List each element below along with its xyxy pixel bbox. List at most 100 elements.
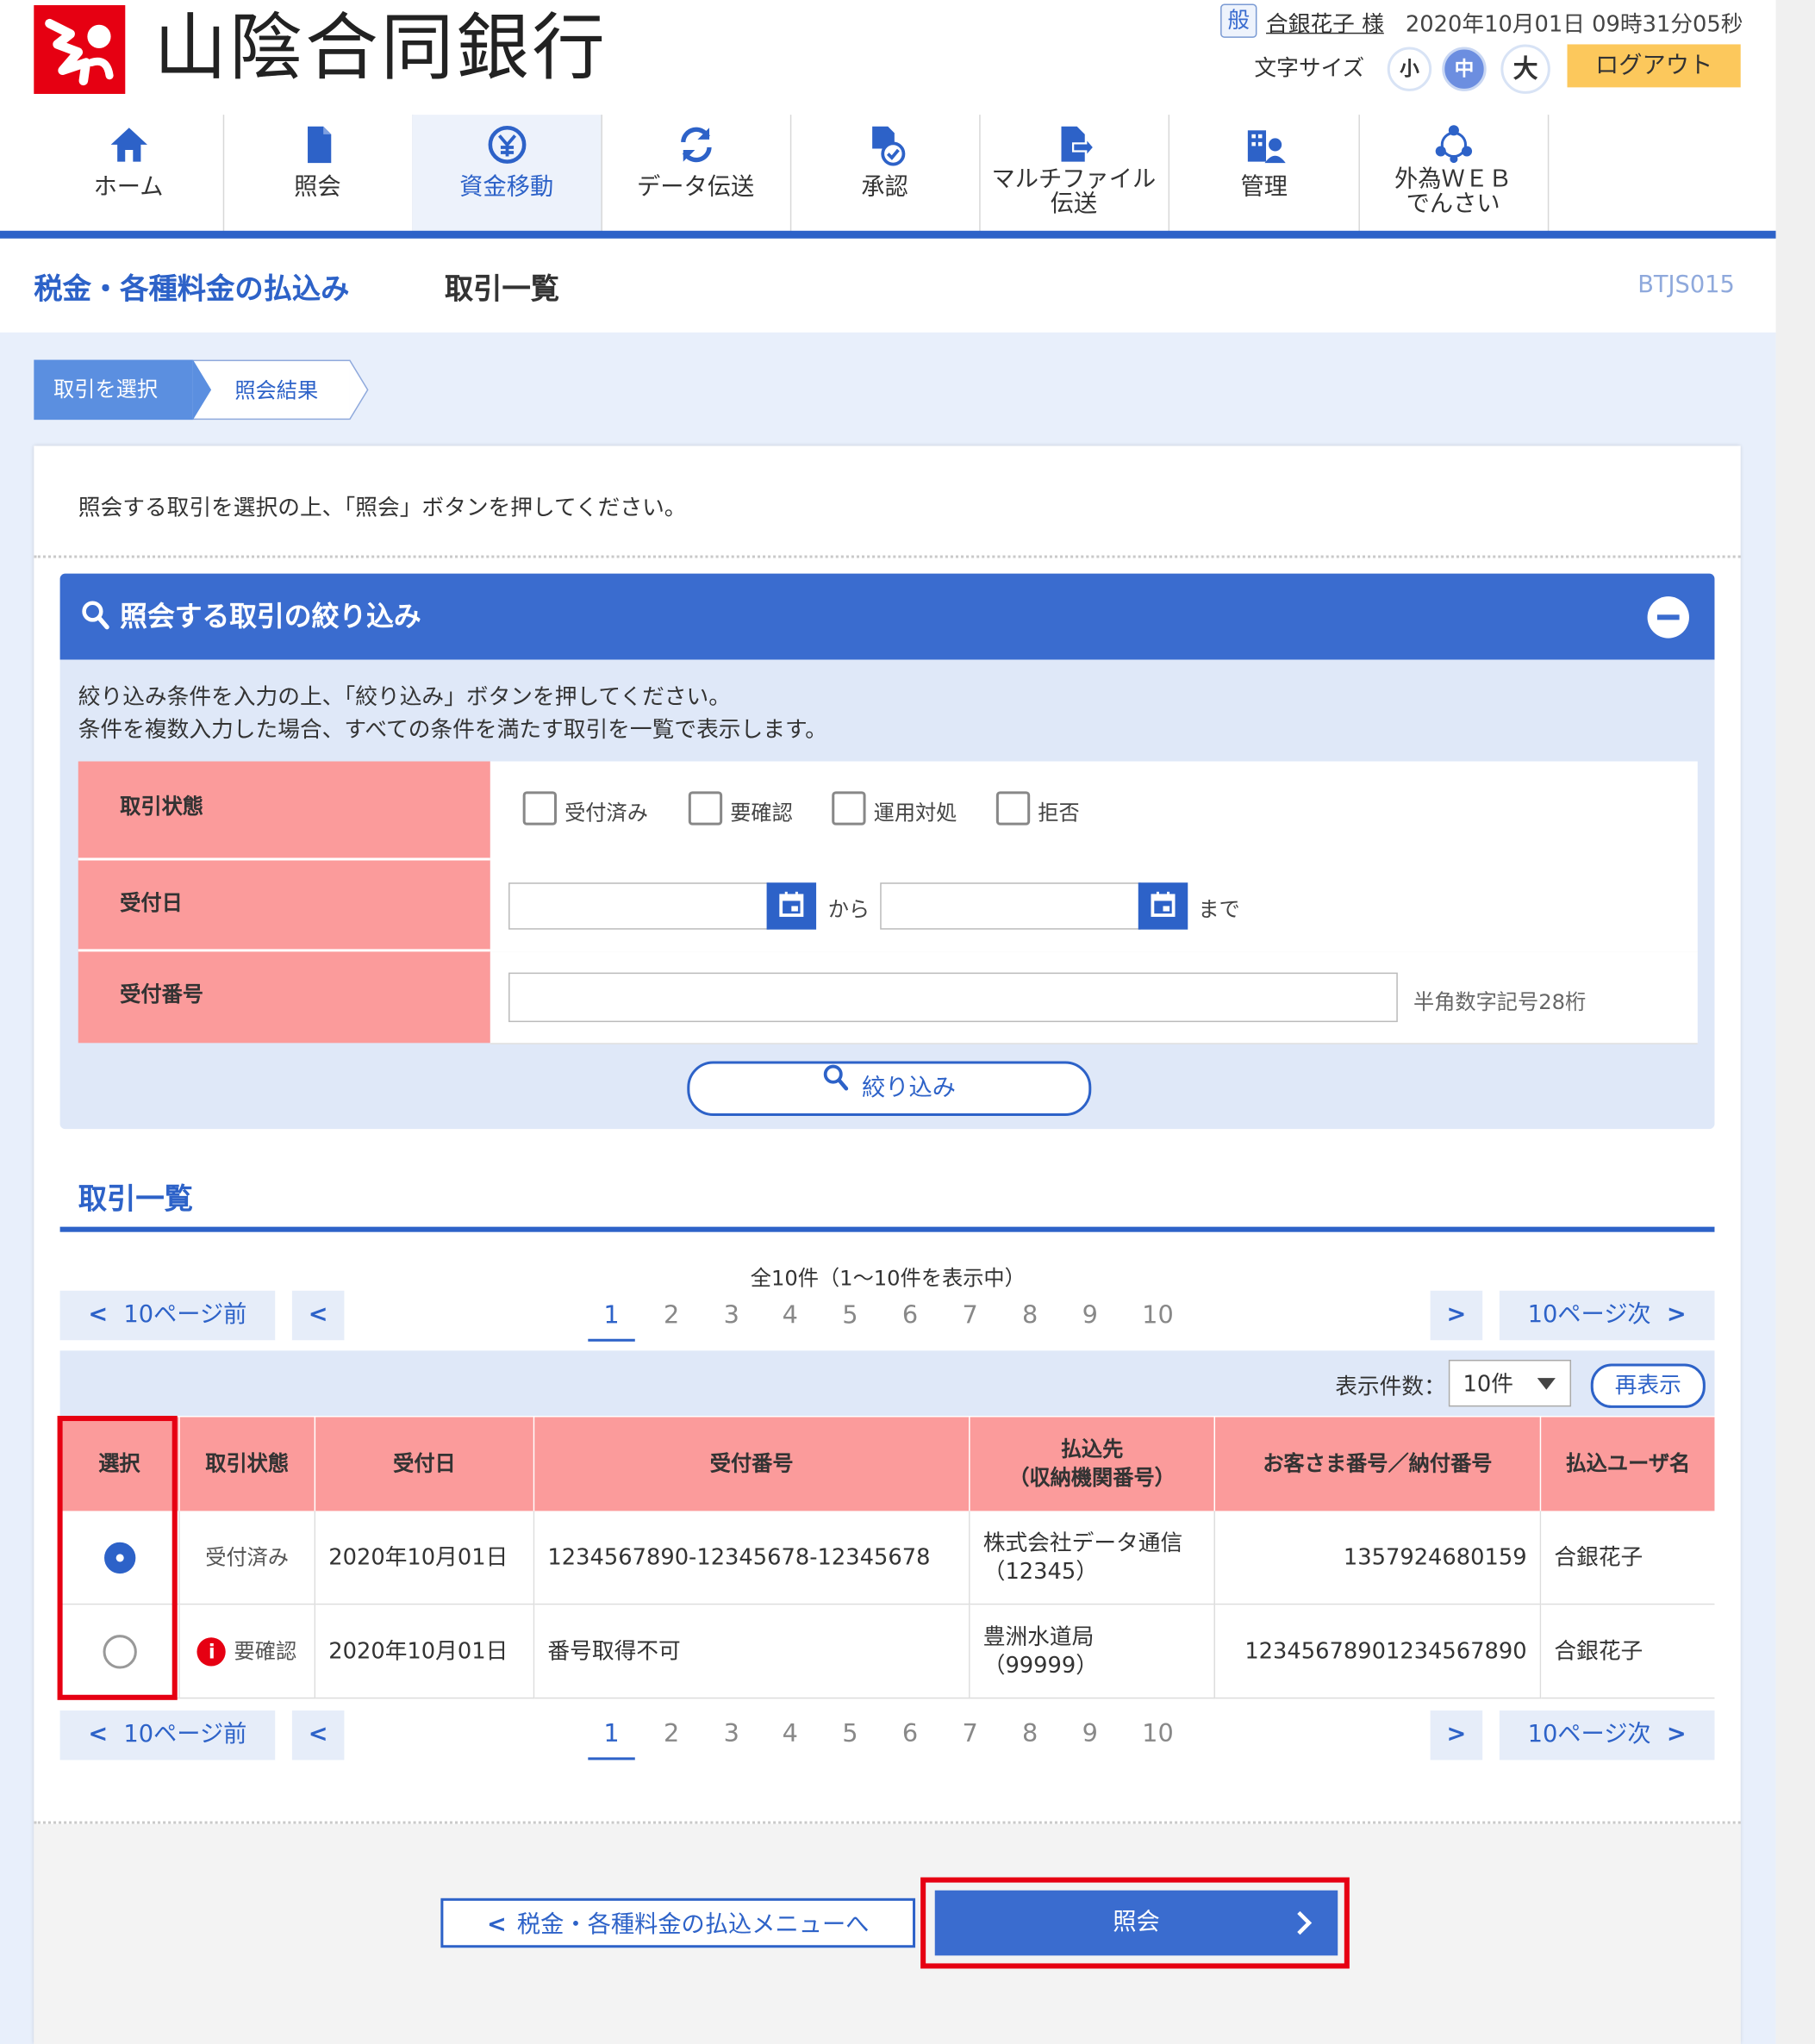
warning-icon: i <box>197 1636 227 1666</box>
number-hint: 半角数字記号28桁 <box>1413 989 1587 1015</box>
next-10-pages-button[interactable]: 10ページ次 > <box>1499 1710 1715 1760</box>
sync-icon <box>601 122 789 166</box>
page-link[interactable]: 8 <box>1007 1292 1053 1338</box>
date-to-suffix: まで <box>1198 896 1240 922</box>
home-icon <box>34 122 222 166</box>
nav-data-transmission[interactable]: データ伝送 <box>601 115 792 233</box>
prev-10-pages-button[interactable]: <10ページ前 <box>59 1290 276 1341</box>
next-10-label: 10ページ次 <box>1527 1300 1651 1329</box>
page-link[interactable]: 2 <box>648 1292 695 1338</box>
page-link[interactable]: 5 <box>826 1711 873 1757</box>
filter-button[interactable]: 絞り込み <box>687 1061 1092 1117</box>
page-link[interactable]: 8 <box>1007 1711 1053 1757</box>
date-to-input[interactable] <box>880 882 1141 930</box>
table-cell-number: 1234567890-12345678-12345678 <box>534 1511 970 1605</box>
chevron-down-icon <box>1536 1361 1556 1424</box>
logout-button[interactable]: ログアウト <box>1567 44 1741 88</box>
page-link[interactable]: 6 <box>887 1292 933 1338</box>
page-link[interactable]: 3 <box>708 1292 755 1338</box>
page-link[interactable]: 1 <box>588 1292 635 1342</box>
prev-10-label: 10ページ前 <box>123 1300 247 1329</box>
select-column-highlight <box>57 1416 178 1700</box>
page-link[interactable]: 1 <box>588 1711 635 1760</box>
chevron-left-icon: < <box>88 1721 109 1748</box>
scrollbar[interactable] <box>1775 0 1815 2044</box>
column-header: 払込ユーザ名 <box>1541 1417 1715 1511</box>
page-link[interactable]: 9 <box>1067 1711 1113 1757</box>
status-accepted-checkbox[interactable] <box>522 791 558 826</box>
page-link[interactable]: 2 <box>648 1711 695 1757</box>
page-link[interactable]: 4 <box>767 1292 814 1338</box>
back-to-menu-button[interactable]: < 税金・各種料金の払込メニューへ <box>440 1898 916 1948</box>
nav-home[interactable]: ホーム <box>34 115 225 233</box>
search-icon <box>81 600 109 638</box>
nav-management[interactable]: 管理 <box>1169 115 1360 233</box>
page-link[interactable]: 5 <box>826 1292 873 1338</box>
page-link[interactable]: 3 <box>708 1711 755 1757</box>
date-label: 受付日 <box>78 860 490 952</box>
page-link[interactable]: 9 <box>1067 1292 1113 1338</box>
number-label: 受付番号 <box>78 951 490 1044</box>
font-size-label: 文字サイズ <box>1254 56 1365 83</box>
prev-10-pages-button[interactable]: <10ページ前 <box>59 1710 276 1760</box>
bank-logo-icon <box>34 5 126 94</box>
nav-label-home: ホーム <box>93 173 164 201</box>
next-10-pages-button[interactable]: 10ページ次 > <box>1499 1290 1715 1341</box>
file-transfer-icon <box>979 122 1168 166</box>
calendar-icon[interactable] <box>766 882 817 930</box>
nav-label-management: 管理 <box>1240 173 1288 201</box>
nav-multi-file[interactable]: マルチファイル 伝送 <box>979 115 1170 233</box>
status-rejected-checkbox[interactable] <box>995 791 1031 826</box>
filter-description: 絞り込み条件を入力の上、「絞り込み」ボタンを押してください。 <box>78 684 731 711</box>
font-size-large-button[interactable]: 大 <box>1500 44 1550 94</box>
prev-page-button[interactable]: < <box>291 1290 345 1341</box>
date-from-input[interactable] <box>508 882 770 930</box>
status-check-checkbox[interactable] <box>688 791 723 826</box>
table-cell-number: 番号取得不可 <box>534 1605 970 1699</box>
redisplay-button[interactable]: 再表示 <box>1590 1363 1706 1408</box>
status-check-label: 要確認 <box>730 800 793 826</box>
page-link[interactable]: 7 <box>946 1292 993 1338</box>
nav-fund-transfer[interactable]: 資金移動 <box>412 115 602 233</box>
search-icon <box>823 1062 849 1111</box>
inquiry-button-highlight <box>920 1877 1350 1969</box>
display-count-value: 10件 <box>1463 1371 1513 1398</box>
font-size-small-button[interactable]: 小 <box>1387 47 1432 91</box>
page-link[interactable]: 7 <box>946 1711 993 1757</box>
yen-transfer-icon <box>412 122 601 166</box>
nav-label-data-transmission: データ伝送 <box>637 173 755 201</box>
page-link[interactable]: 10 <box>1129 1292 1187 1338</box>
user-name-link[interactable]: 合銀花子 様 <box>1266 5 1384 38</box>
receipt-number-input[interactable] <box>508 972 1398 1023</box>
table-cell-user: 合銀花子 <box>1541 1605 1715 1699</box>
nav-approval[interactable]: 承認 <box>790 115 981 233</box>
table-cell-user: 合銀花子 <box>1541 1511 1715 1605</box>
page-link[interactable]: 4 <box>767 1711 814 1757</box>
status-operation-checkbox[interactable] <box>832 791 866 826</box>
calendar-icon[interactable] <box>1138 882 1188 930</box>
filter-description-2: 条件を複数入力した場合、すべての条件を満たす取引を一覧で表示します。 <box>78 717 827 744</box>
divider <box>34 555 1741 558</box>
next-page-button[interactable]: > <box>1430 1290 1483 1341</box>
prev-page-button[interactable]: < <box>291 1710 345 1760</box>
nav-label-inquiry: 照会 <box>294 173 341 201</box>
step-arrow-active <box>192 359 212 421</box>
status-label: 取引状態 <box>78 761 490 861</box>
document-icon <box>223 122 412 166</box>
display-count-select[interactable]: 10件 <box>1448 1359 1572 1407</box>
collapse-icon[interactable] <box>1647 595 1690 645</box>
nav-fx-web[interactable]: 外為ＷＥＢ でんさい <box>1358 115 1550 233</box>
column-header: お客さま番号／納付番号 <box>1215 1417 1542 1511</box>
font-size-medium-button[interactable]: 中 <box>1442 47 1487 91</box>
payee-code: （12345） <box>982 1558 1099 1585</box>
chevron-left-icon: < <box>88 1300 109 1329</box>
step-select: 取引を選択 <box>34 359 193 421</box>
column-header: 受付番号 <box>534 1417 970 1511</box>
chevron-left-icon: < <box>308 1721 328 1748</box>
page-link[interactable]: 6 <box>887 1711 933 1757</box>
next-page-button[interactable]: > <box>1430 1710 1483 1760</box>
nav-inquiry[interactable]: 照会 <box>223 115 414 233</box>
login-datetime: 2020年10月01日 09時31分05秒 <box>1405 11 1743 38</box>
page-link[interactable]: 10 <box>1129 1711 1187 1757</box>
table-cell-status: 受付済み <box>179 1511 316 1605</box>
